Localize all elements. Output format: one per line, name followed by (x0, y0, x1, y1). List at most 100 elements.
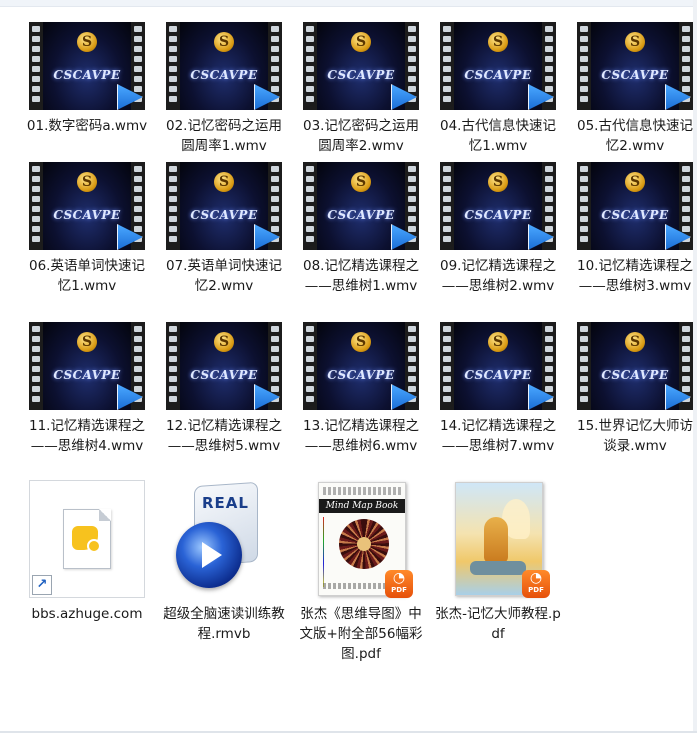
logo-text: CSCAVPE (190, 68, 258, 82)
file-item-video[interactable]: S CSCAVPE 05.古代信息快速记忆2.wmv (568, 22, 697, 156)
logo-icon: S (488, 172, 508, 192)
file-label: 05.古代信息快速记忆2.wmv (577, 118, 693, 154)
file-item-video[interactable]: S CSCAVPE 12.记忆精选课程之——思维树5.wmv (157, 322, 291, 456)
file-item-video[interactable]: S CSCAVPE 08.记忆精选课程之——思维树1.wmv (294, 162, 428, 296)
logo-text: CSCAVPE (53, 68, 121, 82)
file-item-video[interactable]: S CSCAVPE 09.记忆精选课程之——思维树2.wmv (431, 162, 565, 296)
file-item-pdf-memory[interactable]: ◔ PDF 张杰-记忆大师教程.pdf (431, 480, 565, 644)
film-strip (303, 162, 317, 250)
logo-icon: S (77, 32, 97, 52)
logo-text: CSCAVPE (53, 368, 121, 382)
logo-text: CSCAVPE (190, 368, 258, 382)
film-strip (577, 322, 591, 410)
video-thumbnail: S CSCAVPE (577, 322, 693, 410)
logo-icon: S (77, 332, 97, 352)
file-label: 10.记忆精选课程之——思维树3.wmv (577, 258, 693, 294)
logo-text: CSCAVPE (190, 208, 258, 222)
mindmap-flower-image (339, 519, 389, 569)
file-label: 15.世界记忆大师访谈录.wmv (577, 418, 693, 454)
pdf-thumbnail: ◔ PDF (440, 480, 556, 598)
film-strip (166, 162, 180, 250)
logo-text: CSCAVPE (53, 208, 121, 222)
logo-text: CSCAVPE (327, 68, 395, 82)
logo-icon: S (214, 172, 234, 192)
file-label: 张杰-记忆大师教程.pdf (435, 606, 561, 642)
film-strip (303, 22, 317, 110)
file-item-shortcut[interactable]: ↗ bbs.azhuge.com (20, 480, 154, 624)
video-frame: S CSCAVPE (303, 162, 419, 250)
pdf-icon: ◔ PDF (522, 570, 550, 598)
video-thumbnail: S CSCAVPE (440, 22, 556, 110)
real-logo-text: REAL (202, 494, 249, 512)
logo-text: CSCAVPE (327, 208, 395, 222)
file-item-video[interactable]: S CSCAVPE 15.世界记忆大师访谈录.wmv (568, 322, 697, 456)
file-item-video[interactable]: S CSCAVPE 04.古代信息快速记忆1.wmv (431, 22, 565, 156)
file-label: 08.记忆精选课程之——思维树1.wmv (303, 258, 419, 294)
video-thumbnail: S CSCAVPE (29, 162, 145, 250)
cover-figure-image (484, 517, 508, 563)
logo-icon: S (77, 172, 97, 192)
video-frame: S CSCAVPE (577, 322, 693, 410)
file-label: 09.记忆精选课程之——思维树2.wmv (440, 258, 556, 294)
file-label: 13.记忆精选课程之——思维树6.wmv (303, 418, 419, 454)
file-label: 02.记忆密码之运用圆周率1.wmv (166, 118, 282, 154)
film-strip (166, 22, 180, 110)
video-frame: S CSCAVPE (29, 322, 145, 410)
video-thumbnail: S CSCAVPE (29, 22, 145, 110)
logo-icon: S (625, 32, 645, 52)
file-label: 03.记忆密码之运用圆周率2.wmv (303, 118, 419, 154)
file-label: 超级全脑速读训练教程.rmvb (163, 606, 285, 642)
file-label: 11.记忆精选课程之——思维树4.wmv (29, 418, 145, 454)
file-item-video[interactable]: S CSCAVPE 14.记忆精选课程之——思维树7.wmv (431, 322, 565, 456)
video-frame: S CSCAVPE (29, 22, 145, 110)
video-thumbnail: S CSCAVPE (577, 22, 693, 110)
video-frame: S CSCAVPE (166, 162, 282, 250)
file-item-video[interactable]: S CSCAVPE 01.数字密码a.wmv (20, 22, 154, 136)
file-item-video[interactable]: S CSCAVPE 11.记忆精选课程之——思维树4.wmv (20, 322, 154, 456)
film-strip (303, 322, 317, 410)
film-strip (440, 322, 454, 410)
video-frame: S CSCAVPE (29, 162, 145, 250)
play-disc-icon (176, 522, 242, 588)
film-strip (577, 162, 591, 250)
video-thumbnail: S CSCAVPE (166, 322, 282, 410)
video-frame: S CSCAVPE (166, 22, 282, 110)
file-item-video[interactable]: S CSCAVPE 13.记忆精选课程之——思维树6.wmv (294, 322, 428, 456)
film-strip (577, 22, 591, 110)
video-thumbnail: S CSCAVPE (303, 322, 419, 410)
video-frame: S CSCAVPE (440, 22, 556, 110)
logo-text: CSCAVPE (464, 68, 532, 82)
file-item-video[interactable]: S CSCAVPE 10.记忆精选课程之——思维树3.wmv (568, 162, 697, 296)
file-item-pdf-mindmap[interactable]: Mind Map Book ◔ PDF 张杰《思维导图》中文版+附全部56幅彩图.… (294, 480, 428, 664)
logo-icon: S (351, 32, 371, 52)
shortcut-thumbnail: ↗ (29, 480, 145, 598)
video-thumbnail: S CSCAVPE (303, 162, 419, 250)
film-strip (166, 322, 180, 410)
logo-text: CSCAVPE (601, 368, 669, 382)
shortcut-arrow-icon: ↗ (32, 575, 52, 595)
logo-text: CSCAVPE (464, 368, 532, 382)
file-label: bbs.azhuge.com (31, 606, 143, 622)
document-icon (63, 509, 111, 569)
file-item-video[interactable]: S CSCAVPE 07.英语单词快速记忆2.wmv (157, 162, 291, 296)
logo-icon: S (351, 172, 371, 192)
logo-icon: S (214, 332, 234, 352)
video-thumbnail: S CSCAVPE (440, 162, 556, 250)
file-label: 14.记忆精选课程之——思维树7.wmv (440, 418, 556, 454)
logo-icon: S (625, 172, 645, 192)
film-strip (29, 322, 43, 410)
pdf-icon: ◔ PDF (385, 570, 413, 598)
file-item-video[interactable]: S CSCAVPE 03.记忆密码之运用圆周率2.wmv (294, 22, 428, 156)
video-thumbnail: S CSCAVPE (166, 162, 282, 250)
file-item-rmvb[interactable]: REAL 超级全脑速读训练教程.rmvb (157, 480, 291, 644)
logo-icon: S (351, 332, 371, 352)
file-item-video[interactable]: S CSCAVPE 02.记忆密码之运用圆周率1.wmv (157, 22, 291, 156)
video-thumbnail: S CSCAVPE (440, 322, 556, 410)
video-thumbnail: S CSCAVPE (29, 322, 145, 410)
logo-icon: S (488, 332, 508, 352)
logo-text: CSCAVPE (464, 208, 532, 222)
video-frame: S CSCAVPE (440, 162, 556, 250)
video-thumbnail: S CSCAVPE (166, 22, 282, 110)
file-item-video[interactable]: S CSCAVPE 06.英语单词快速记忆1.wmv (20, 162, 154, 296)
video-frame: S CSCAVPE (166, 322, 282, 410)
